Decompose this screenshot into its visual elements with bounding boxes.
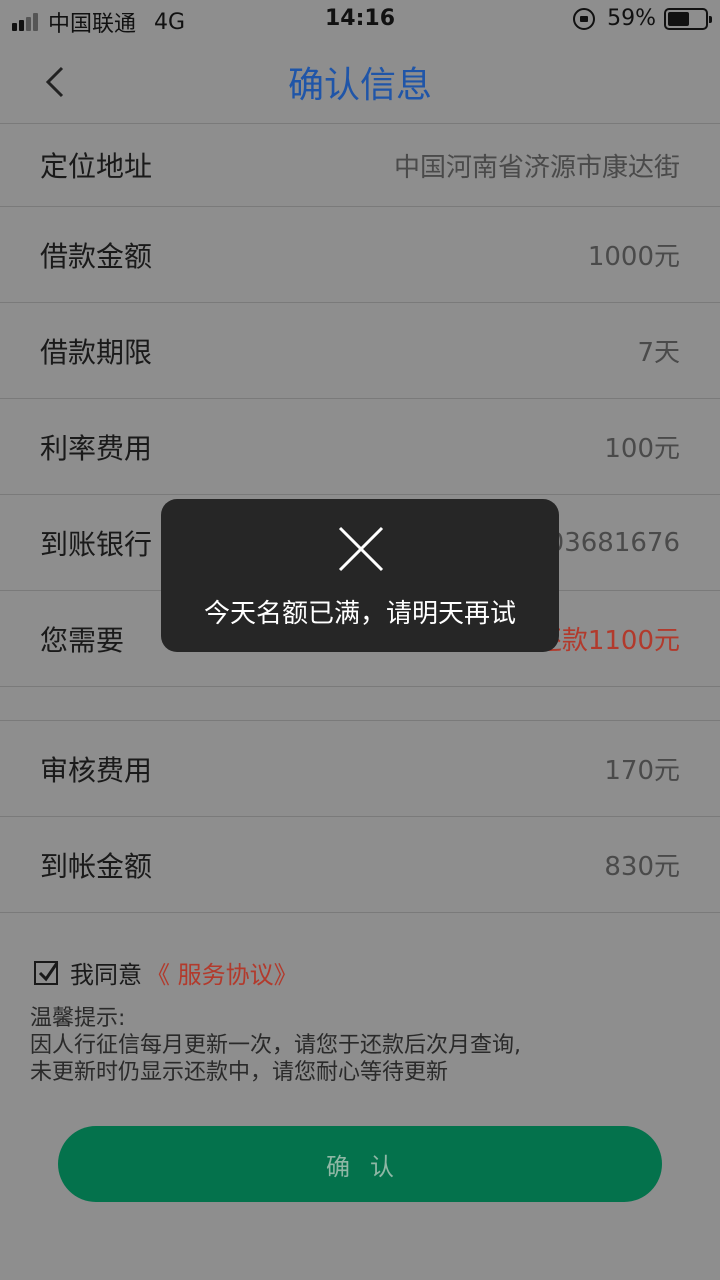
row-value: 7天 <box>637 338 680 368</box>
row-value: 830元 <box>604 852 680 882</box>
battery-fill <box>668 11 690 26</box>
agree-checkbox[interactable] <box>34 960 59 985</box>
info-row-review-fee: 审核费用 170元 <box>0 721 720 817</box>
row-value: 中国河南省济源市康达街 <box>393 152 680 183</box>
close-icon <box>338 526 384 572</box>
row-value: 170元 <box>604 756 680 786</box>
status-right: 59% <box>573 6 712 31</box>
info-row-received-amount: 到帐金额 830元 <box>0 817 720 913</box>
service-agreement-link[interactable]: 《 服务协议》 <box>146 955 298 990</box>
rotation-lock-icon <box>573 7 596 30</box>
tips-block: 温馨提示: 因人行征信每月更新一次，请您于还款后次月查询, 未更新时仍显示还款中… <box>30 1005 521 1086</box>
confirm-button[interactable]: 确认 <box>58 1126 662 1202</box>
row-label: 借款金额 <box>40 239 153 273</box>
nav-bar: 确认信息 <box>0 40 720 124</box>
section-divider <box>0 687 720 721</box>
agreement-row: 我同意 《 服务协议》 <box>34 955 298 990</box>
page-title: 确认信息 <box>287 65 432 106</box>
row-label: 到账银行 <box>40 527 153 561</box>
info-row-loan-amount: 借款金额 1000元 <box>0 207 720 303</box>
agree-label: 我同意 <box>70 961 142 989</box>
checkmark-icon <box>38 961 59 981</box>
row-label: 利率费用 <box>40 431 153 465</box>
toast-message: 今天名额已满，请明天再试 <box>203 599 516 629</box>
row-value: 100元 <box>604 434 680 464</box>
row-label: 您需要 <box>40 623 125 657</box>
row-label: 到帐金额 <box>40 849 153 883</box>
row-label: 定位地址 <box>40 150 153 183</box>
info-row-interest-fee: 利率费用 100元 <box>0 399 720 495</box>
row-value: 03681676 <box>547 527 680 558</box>
tips-line: 因人行征信每月更新一次，请您于还款后次月查询, <box>30 1033 521 1058</box>
info-row-loan-term: 借款期限 7天 <box>0 303 720 399</box>
row-label: 审核费用 <box>40 753 153 787</box>
info-row-location: 定位地址 中国河南省济源市康达街 <box>0 124 720 207</box>
tips-title: 温馨提示: <box>30 1006 126 1031</box>
row-label: 借款期限 <box>40 335 153 369</box>
tips-line: 未更新时仍显示还款中，请您耐心等待更新 <box>30 1060 449 1085</box>
toast-dialog: 今天名额已满，请明天再试 <box>161 499 559 652</box>
status-bar: 中国联通 4G 14:16 59% <box>0 0 720 40</box>
row-value: 1000元 <box>587 242 680 272</box>
battery-icon <box>664 7 712 30</box>
battery-percent: 59% <box>607 6 656 31</box>
